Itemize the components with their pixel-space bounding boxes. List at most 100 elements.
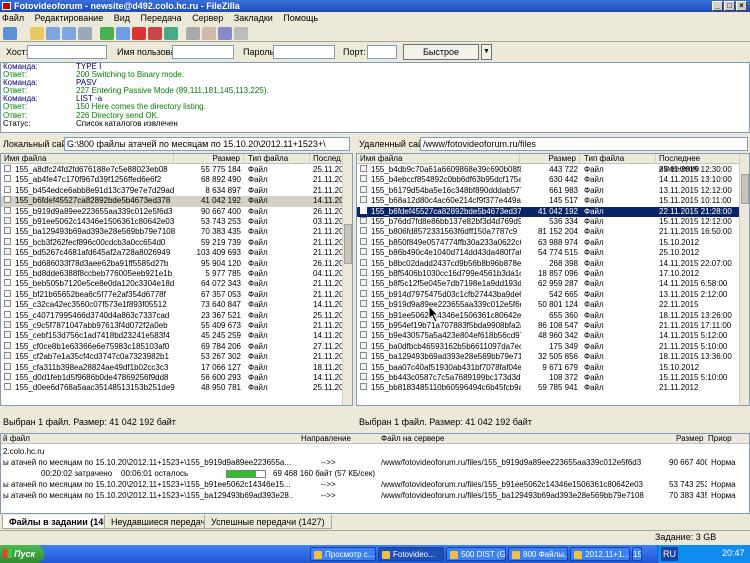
file-row[interactable]: 155_beb505b7120e5ce8e0da120c3304e18d 64 0… [1, 279, 352, 289]
menu-bookmarks[interactable]: Закладки [234, 13, 273, 23]
minimize-button[interactable]: _ [712, 1, 723, 11]
tab-failed-transfers[interactable]: Неудавшиеся передачи [104, 515, 218, 529]
file-row[interactable]: 155_d0ee6d768a5aac35148513153b251de99 48 … [1, 383, 352, 393]
file-row[interactable]: 155_bf21b65652bea6c5f77e2af354d6778f 67 3… [1, 289, 352, 300]
file-row[interactable]: 155_ba0dfbcb46593162b5b6611097da7ec4 175 … [357, 341, 749, 352]
file-row[interactable]: 155_b6179d54ba5e16c348bf890dddab5777 661 … [357, 185, 749, 196]
quickconnect-button[interactable]: Быстрое соединение [403, 44, 479, 71]
local-file-list[interactable]: Имя файла Размер Тип файла Послед 155_a8… [0, 153, 353, 406]
menu-file[interactable]: Файл [2, 13, 24, 23]
menu-transfer[interactable]: Передача [141, 13, 182, 23]
menu-view[interactable]: Вид [114, 13, 130, 23]
password-input[interactable] [273, 45, 335, 59]
menu-server[interactable]: Сервер [192, 13, 223, 23]
file-row[interactable]: 155_b6fdef45527ca82892bde5b4673ed378 41 0… [1, 196, 352, 207]
file-row[interactable]: 155_cebf153d756c1ad7418bd23241e583f4 45 2… [1, 331, 352, 341]
file-row[interactable]: 155_cf2ab7e1a35cf4cd3747c0a7323982b1 53 2… [1, 352, 352, 362]
taskbar-item[interactable]: 500 DIST (G:) [446, 547, 506, 561]
taskbar-item[interactable]: 800 Файлы... [508, 547, 568, 561]
quickconnect-dropdown[interactable]: ▼ [481, 44, 492, 60]
queue-row[interactable]: ы атачей по месяцам по 15.10.20\2012.11+… [1, 490, 749, 501]
toggle-queue-icon[interactable] [78, 27, 92, 40]
file-row[interactable]: 155_cfa311b398ea28824ae49df1b02cc3c3 17 0… [1, 362, 352, 373]
filter-icon[interactable] [186, 27, 200, 40]
disconnect-icon[interactable] [148, 27, 162, 40]
remote-scroll-thumb[interactable] [741, 174, 749, 204]
file-row[interactable]: 155_cf0ce8b1e63366e6e75983c185103af0 69 7… [1, 341, 352, 352]
refresh-icon[interactable] [100, 27, 114, 40]
file-row[interactable]: 155_bb8183485110b60596494c6b45fcb9ad 59 7… [357, 383, 749, 393]
taskbar-item-active[interactable]: Fotovideo... [378, 547, 444, 561]
site-manager-icon[interactable] [3, 27, 17, 40]
file-row[interactable]: 155_bd8dde6388f8ccbeb776005eeb921e1b 5 97… [1, 269, 352, 279]
remote-col-size[interactable]: Размер [522, 154, 580, 164]
sync-browse-icon[interactable] [218, 27, 232, 40]
toggle-remote-tree-icon[interactable] [62, 27, 76, 40]
taskbar-item[interactable]: 2012.11+1... [570, 547, 630, 561]
remote-scrollbar[interactable] [739, 154, 749, 405]
file-row[interactable]: 155_bd5267c4681afd645af2a728a8026949 103 … [1, 248, 352, 258]
queue-col-size[interactable]: Размер [676, 434, 704, 444]
reconnect-icon[interactable] [164, 27, 178, 40]
cancel-icon[interactable] [132, 27, 146, 40]
file-row[interactable]: 155_bb443c0587c7c5a7689199bc173d3df5 108 … [357, 373, 749, 383]
file-row[interactable]: 155_ab4fe47c170f967d39f1256ffed6e6f2 68 8… [1, 175, 352, 185]
file-row[interactable]: 155_baa07c40af51930ab431bf7078faf04e 9 67… [357, 362, 749, 373]
file-row[interactable]: 155_b8f5c12f5e045e7db7198e1a9dd193dc 62 9… [357, 279, 749, 289]
tab-successful-transfers[interactable]: Успешные передачи (1427) [204, 515, 332, 529]
menu-edit[interactable]: Редактирование [35, 13, 104, 23]
file-row[interactable]: 155_b8f5406b1030cc16d799e4561b3da1c 18 85… [357, 269, 749, 279]
file-row[interactable]: 155_c40717995466d3740d4a863c7337cad 23 36… [1, 310, 352, 321]
username-input[interactable] [172, 45, 234, 59]
file-row[interactable]: 155_b91ee5062c14346e1506361c80642e03 53 7… [1, 217, 352, 227]
queue-row[interactable]: ы атачей по месяцам по 15.10.20\2012.11+… [1, 457, 749, 468]
remote-col-name[interactable]: Имя файла [360, 154, 520, 164]
local-col-type[interactable]: Тип файла [248, 154, 310, 164]
process-queue-icon[interactable] [116, 27, 130, 40]
close-button[interactable]: × [736, 1, 747, 11]
queue-col-remote[interactable]: Файл на сервере [381, 434, 444, 444]
local-path-input[interactable]: G:\800 файлы атачей по месяцам по 15.10.… [64, 137, 350, 151]
search-icon[interactable] [234, 27, 248, 40]
file-row[interactable]: 155_b91ee5062c14346e1506361c80642e03 655 … [357, 310, 749, 321]
file-row[interactable]: 155_b6fdef45527ca82892bde5b4673ed378 41 0… [357, 206, 749, 217]
file-row[interactable]: 155_ba129493b69ad393e28e569bb79e7108 70 3… [1, 227, 352, 237]
file-row[interactable]: 155_b919d9a89ee223655aa339c012e5f6d3 50 8… [357, 300, 749, 310]
queue-col-local[interactable]: й файл [3, 434, 30, 444]
port-input[interactable] [367, 45, 397, 59]
message-log[interactable]: Команда: TYPE I Ответ: 200 Switching to Bin… [0, 62, 750, 133]
file-row[interactable]: 155_b86b490c4e1040d714dd43da480f7a03 54 7… [357, 248, 749, 258]
start-button[interactable]: Пуск [0, 545, 44, 563]
file-row[interactable]: 155_b4ebccf854892c0bb6df63b95dcf175a 630 … [357, 175, 749, 185]
file-row[interactable]: 155_bcb3f262fecf896c00cdcb3a0cc654d0 59 2… [1, 237, 352, 248]
remote-col-type[interactable]: Тип файла [584, 154, 656, 164]
remote-file-list[interactable]: Имя файла Размер Тип файла Последнее изм… [356, 153, 750, 406]
host-input[interactable] [27, 45, 107, 59]
file-row[interactable]: 155_b954ef19b71a707883f5bda9908bfa2a 86 1… [357, 321, 749, 331]
local-scrollbar[interactable] [342, 154, 352, 405]
file-row[interactable]: 155_b76dd7fd8e86bb137e82bf3d4d769d9 536 3… [357, 217, 749, 227]
local-scroll-thumb[interactable] [344, 224, 352, 264]
queue-col-priority[interactable]: Приор [708, 434, 732, 444]
file-row[interactable]: 155_b454edce6abb8e91d13c379e7e7d29ad 8 63… [1, 185, 352, 196]
queue-col-direction[interactable]: Направление [301, 434, 351, 444]
menu-help[interactable]: Помощь [283, 13, 318, 23]
local-col-size[interactable]: Размер [174, 154, 244, 164]
file-row[interactable]: 155_b68a12d80c4ac60e214cf9f377e449a2 145 … [357, 196, 749, 206]
transfer-queue[interactable]: й файл Направление Файл на сервере Разме… [0, 433, 750, 514]
file-row[interactable]: 155_b4db9c70a61a6609868e39c690b08f87 443 … [357, 165, 749, 175]
toggle-log-icon[interactable] [30, 27, 44, 40]
local-col-modified[interactable]: Послед [313, 154, 343, 164]
file-row[interactable]: 155_b806fd8572331563f6dff150a7787c9 81 15… [357, 227, 749, 237]
local-col-name[interactable]: Имя файла [4, 154, 174, 164]
file-row[interactable]: 155_d0d1feb1d5f9686b0de47869256f9dd8 56 6… [1, 373, 352, 383]
taskbar-item[interactable]: Просмотр с... [310, 547, 376, 561]
compare-icon[interactable] [202, 27, 216, 40]
file-row[interactable]: 155_b8bc02dadd2437cd9b56b8b96b878e63 268 … [357, 258, 749, 269]
file-row[interactable]: 155_c32ca42ec3560c07f573e1f893f05512 73 6… [1, 300, 352, 310]
taskbar-item[interactable]: 155_b919d... [632, 547, 642, 561]
file-row[interactable]: 155_ba129493b69ad393e28e569bb79e7108 32 5… [357, 352, 749, 362]
language-indicator[interactable]: RU [661, 547, 678, 561]
file-row[interactable]: 155_b850f849e0574774ffb30a233a0622c6a 63 … [357, 237, 749, 248]
remote-col-modified[interactable]: Последнее изменение [659, 154, 741, 173]
